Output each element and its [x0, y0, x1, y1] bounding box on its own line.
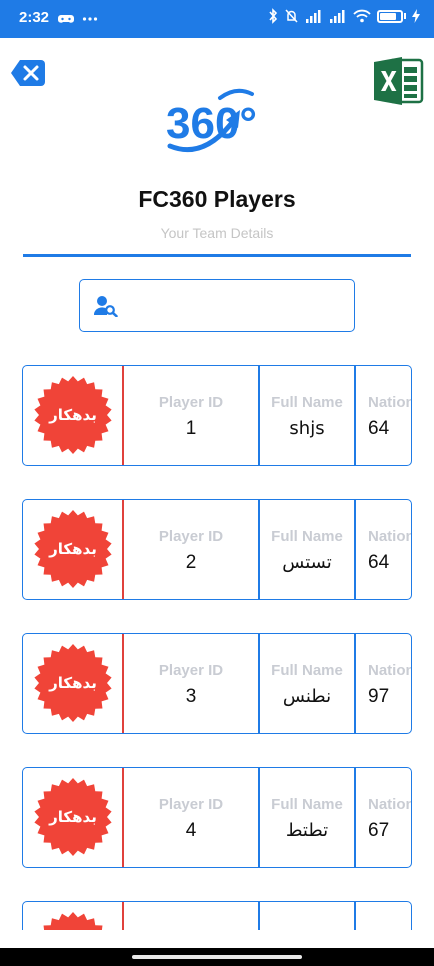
debtor-badge: بدهکار	[34, 778, 112, 856]
title-divider	[23, 254, 411, 257]
nationality-value: 64	[368, 418, 390, 439]
nationality-cell: Nation	[356, 902, 411, 930]
nationality-label: Nation	[368, 662, 412, 679]
nationality-value: 64	[368, 552, 390, 573]
nationality-label: Nation	[368, 394, 412, 411]
nationality-cell: Nation 67	[356, 768, 412, 867]
player-id-cell: Player ID 1	[124, 366, 260, 465]
player-id-label: Player ID	[158, 528, 224, 545]
excel-icon	[374, 57, 424, 105]
nationality-value: 67	[368, 820, 390, 841]
full-name-cell: Full Name تستس	[260, 500, 356, 599]
player-id-value: 4	[185, 820, 197, 841]
more-icon	[82, 17, 97, 21]
player-id-cell: Player ID 4	[124, 768, 260, 867]
player-id-value: 3	[185, 686, 197, 707]
badge-label: بدهکار	[49, 808, 97, 826]
player-card[interactable]: بدهکار Player ID 4 Full Name تطتط Nation 67	[22, 767, 412, 868]
nationality-cell: Nation 64	[356, 500, 412, 599]
debtor-badge: بدهکار	[34, 510, 112, 588]
home-gesture-pill[interactable]	[132, 955, 302, 959]
badge-label: بدهکار	[49, 674, 97, 692]
search-input[interactable]	[126, 290, 346, 322]
gamepad-icon	[58, 15, 74, 24]
full-name-value: تطتط	[285, 820, 329, 841]
debtor-badge	[34, 912, 112, 930]
signal-icon	[306, 10, 321, 23]
nationality-label: Nation	[368, 796, 412, 813]
wifi-icon	[353, 9, 371, 23]
bluetooth-icon	[269, 8, 278, 24]
excel-export-button[interactable]	[372, 56, 424, 106]
full-name-label: Full Name	[271, 662, 343, 679]
nationality-cell: Nation 97	[356, 634, 412, 733]
badge-label: بدهکار	[49, 540, 97, 558]
full-name-label: Full Name	[271, 528, 343, 545]
full-name-label: Full Name	[271, 394, 343, 411]
player-id-cell: Player ID 2	[124, 500, 260, 599]
full-name-cell: Full Name	[260, 902, 356, 930]
player-card[interactable]: Player IDFull NameNation	[22, 901, 412, 930]
player-id-cell: Player ID 3	[124, 634, 260, 733]
player-card[interactable]: بدهکار Player ID 1 Full Name shjs Nation 64	[22, 365, 412, 466]
badge-cell: بدهکار	[23, 634, 124, 733]
status-bar: 2:32	[0, 0, 434, 38]
page-title: FC360 Players	[138, 186, 296, 212]
full-name-value: نطنس	[282, 686, 332, 707]
mute-icon	[285, 9, 298, 23]
player-id-value: 2	[185, 552, 197, 573]
badge-cell: بدهکار	[23, 500, 124, 599]
nationality-label: Nation	[368, 528, 412, 545]
player-id-label: Player ID	[158, 796, 224, 813]
close-button[interactable]	[11, 60, 45, 86]
full-name-cell: Full Name تطتط	[260, 768, 356, 867]
nationality-cell: Nation 64	[356, 366, 412, 465]
status-time: 2:32	[19, 9, 50, 26]
nationality-value: 97	[368, 686, 390, 707]
app-logo: 360°	[164, 80, 270, 164]
badge-label	[34, 912, 112, 930]
full-name-label: Full Name	[271, 796, 343, 813]
player-id-label: Player ID	[158, 662, 224, 679]
status-icons	[268, 8, 420, 24]
battery-tip	[404, 13, 406, 19]
player-id-label: Player ID	[158, 394, 224, 411]
navigation-bar	[0, 948, 434, 966]
search-box[interactable]	[79, 279, 355, 332]
full-name-cell: Full Name shjs	[260, 366, 356, 465]
full-name-value: تستس	[282, 552, 332, 573]
player-card[interactable]: بدهکار Player ID 2 Full Name تستس Nation 64	[22, 499, 412, 600]
battery-icon	[377, 9, 403, 23]
status-left-icons	[58, 10, 98, 26]
player-id-value: 1	[185, 418, 197, 439]
full-name-value: shjs	[289, 418, 325, 439]
charging-icon	[412, 9, 420, 23]
signal-icon	[330, 10, 345, 23]
debtor-badge: بدهکار	[34, 376, 112, 454]
close-icon	[11, 60, 45, 86]
full-name-cell: Full Name نطنس	[260, 634, 356, 733]
badge-cell	[23, 902, 124, 930]
user-search-icon	[94, 296, 118, 317]
badge-cell: بدهکار	[23, 768, 124, 867]
page-subtitle: Your Team Details	[160, 225, 274, 241]
debtor-badge: بدهکار	[34, 644, 112, 722]
player-card[interactable]: بدهکار Player ID 3 Full Name نطنس Nation 97	[22, 633, 412, 734]
player-id-cell: Player ID	[124, 902, 260, 930]
badge-label: بدهکار	[49, 406, 97, 424]
badge-cell: بدهکار	[23, 366, 124, 465]
